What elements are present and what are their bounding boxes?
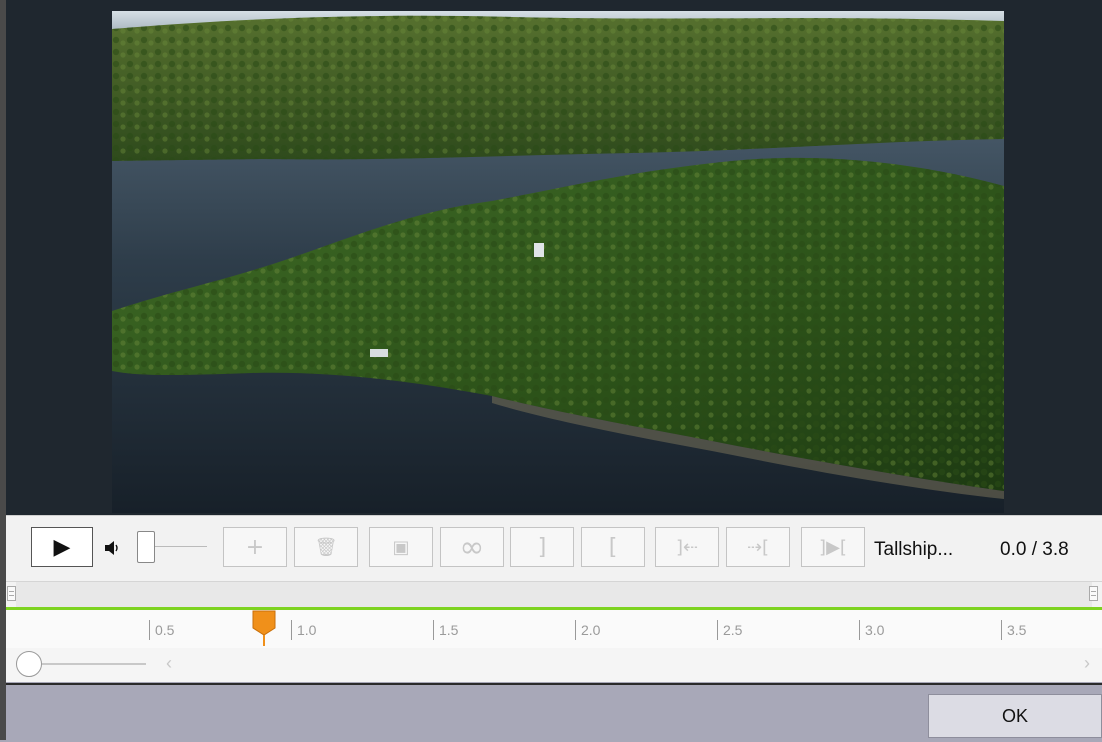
ok-button[interactable]: OK <box>928 694 1102 738</box>
tick-label: 1.0 <box>291 620 316 640</box>
tick-label: 1.5 <box>433 620 458 640</box>
dialog-footer: OK <box>6 683 1102 742</box>
range-start-handle[interactable] <box>7 586 16 601</box>
selection-range-bar[interactable] <box>6 581 1102 608</box>
play-selection-icon: ]▶[ <box>819 536 847 558</box>
zoom-row: ‹ › <box>6 648 1102 682</box>
tick-label: 3.0 <box>859 620 884 640</box>
snapshot-button[interactable]: ▣ <box>369 527 433 567</box>
ok-button-label: OK <box>1001 705 1028 726</box>
snapshot-icon: ▣ <box>392 536 410 558</box>
volume-slider-track[interactable] <box>155 546 207 547</box>
loop-button[interactable]: ∞ <box>440 527 504 567</box>
zoom-slider-track[interactable] <box>42 663 146 665</box>
tick-label: 2.0 <box>575 620 600 640</box>
play-selection-button[interactable]: ]▶[ <box>801 527 865 567</box>
tick-label: 2.5 <box>717 620 742 640</box>
play-icon: ▶ <box>53 534 71 560</box>
volume-slider-thumb[interactable] <box>137 531 155 563</box>
play-button[interactable]: ▶ <box>31 527 93 567</box>
video-preview-area <box>6 0 1102 515</box>
tick-label: 0.5 <box>149 620 174 640</box>
timeline-ruler[interactable]: 0.5 1.0 1.5 2.0 2.5 3.0 3.5 <box>6 610 1102 649</box>
go-to-in-button[interactable]: ⇢[ <box>726 527 790 567</box>
range-end-handle[interactable] <box>1089 586 1098 601</box>
video-image <box>112 11 1004 513</box>
tick-label: 3.5 <box>1001 620 1026 640</box>
mark-out-button[interactable]: ] <box>510 527 574 567</box>
plus-icon: + <box>245 534 265 560</box>
speaker-icon[interactable] <box>103 539 121 557</box>
bracket-open-icon: [ <box>608 534 618 560</box>
trash-icon: 🗑 <box>314 536 338 558</box>
go-to-in-icon: ⇢[ <box>746 536 770 558</box>
zoom-slider-thumb[interactable] <box>16 651 42 677</box>
range-track <box>16 582 1092 608</box>
go-to-out-button[interactable]: ]⇠ <box>655 527 719 567</box>
video-frame <box>112 11 1004 513</box>
scroll-left-icon[interactable]: ‹ <box>166 653 172 674</box>
clip-name: Tallship... <box>874 539 954 560</box>
go-to-out-icon: ]⇠ <box>675 536 699 558</box>
playhead-marker[interactable] <box>252 610 276 648</box>
add-button[interactable]: + <box>223 527 287 567</box>
scroll-right-icon[interactable]: › <box>1084 653 1090 674</box>
mark-in-button[interactable]: [ <box>581 527 645 567</box>
loop-icon: ∞ <box>459 529 485 565</box>
player-toolbar: ▶ + 🗑 ▣ ∞ ] [ ]⇠ ⇢[ ]▶[ Tallship... 0.0 … <box>6 515 1102 582</box>
delete-button[interactable]: 🗑 <box>294 527 358 567</box>
bracket-close-icon: ] <box>537 534 547 560</box>
time-readout: 0.0 / 3.8 <box>1000 539 1069 560</box>
